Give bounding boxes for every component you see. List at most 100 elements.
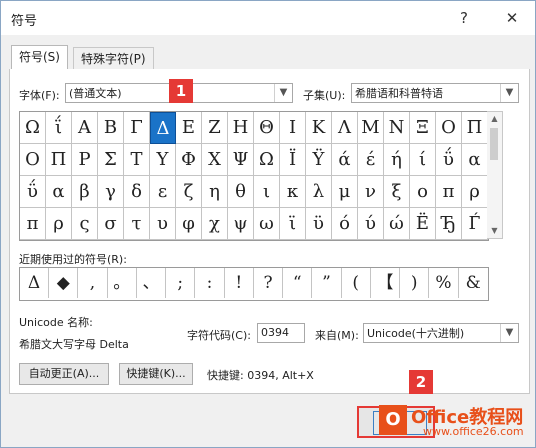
recent-symbol[interactable]: 。: [108, 268, 137, 298]
symbol-cell[interactable]: Φ: [176, 144, 202, 176]
recent-symbol[interactable]: &: [459, 268, 488, 298]
tab-symbols[interactable]: 符号(S): [11, 45, 68, 71]
symbol-cell[interactable]: Ë: [410, 208, 436, 240]
symbol-cell[interactable]: ύ: [358, 208, 384, 240]
symbol-cell[interactable]: Λ: [332, 112, 358, 144]
symbol-cell[interactable]: Ρ: [72, 144, 98, 176]
symbol-cell[interactable]: ή: [384, 144, 410, 176]
recent-symbol[interactable]: ;: [166, 268, 196, 298]
symbol-cell[interactable]: Ϋ: [306, 144, 332, 176]
symbol-cell[interactable]: δ: [124, 176, 150, 208]
recent-symbol[interactable]: Δ: [20, 268, 49, 298]
symbol-cell[interactable]: ζ: [176, 176, 202, 208]
symbol-cell[interactable]: χ: [202, 208, 228, 240]
symbol-cell[interactable]: ε: [150, 176, 176, 208]
recent-symbol[interactable]: :: [196, 268, 225, 298]
symbol-cell[interactable]: Η: [228, 112, 254, 144]
symbol-cell[interactable]: σ: [98, 208, 124, 240]
symbol-cell[interactable]: Ђ: [436, 208, 462, 240]
symbol-cell[interactable]: Ε: [176, 112, 202, 144]
symbol-cell[interactable]: ΰ: [436, 144, 462, 176]
symbol-cell[interactable]: η: [202, 176, 228, 208]
symbol-cell[interactable]: Δ: [150, 112, 176, 144]
symbol-cell[interactable]: ρ: [46, 208, 72, 240]
symbol-cell[interactable]: ϊ: [280, 208, 306, 240]
symbol-cell[interactable]: ό: [332, 208, 358, 240]
symbol-cell[interactable]: ς: [72, 208, 98, 240]
from-select[interactable]: Unicode(十六进制) ▼: [363, 323, 519, 343]
subset-select[interactable]: 希腊语和科普特语 ▼: [351, 83, 519, 103]
help-button[interactable]: ?: [453, 7, 475, 29]
symbol-cell[interactable]: υ: [150, 208, 176, 240]
recent-symbol[interactable]: ”: [313, 268, 342, 298]
recent-symbol[interactable]: 【: [371, 268, 400, 298]
autocorrect-button[interactable]: 自动更正(A)...: [19, 363, 109, 385]
symbol-cell[interactable]: Ο: [436, 112, 462, 144]
symbol-cell[interactable]: ψ: [228, 208, 254, 240]
symbol-cell[interactable]: μ: [332, 176, 358, 208]
symbol-cell[interactable]: Ω: [254, 144, 280, 176]
symbol-cell[interactable]: Κ: [306, 112, 332, 144]
recent-symbol[interactable]: ): [400, 268, 430, 298]
grid-scrollbar[interactable]: ▲ ▼: [487, 111, 503, 239]
symbol-cell[interactable]: Π: [462, 112, 488, 144]
recent-symbol[interactable]: 、: [137, 268, 166, 298]
symbol-cell[interactable]: α: [462, 144, 488, 176]
symbol-cell[interactable]: Χ: [202, 144, 228, 176]
scroll-up-icon[interactable]: ▲: [487, 112, 502, 126]
symbol-cell[interactable]: θ: [228, 176, 254, 208]
symbol-cell[interactable]: Ι: [280, 112, 306, 144]
symbol-cell[interactable]: φ: [176, 208, 202, 240]
symbol-cell[interactable]: ώ: [384, 208, 410, 240]
symbol-cell[interactable]: Ζ: [202, 112, 228, 144]
symbol-cell[interactable]: Π: [46, 144, 72, 176]
recent-symbol[interactable]: %: [430, 268, 459, 298]
symbol-cell[interactable]: Ϊ: [280, 144, 306, 176]
symbol-cell[interactable]: έ: [358, 144, 384, 176]
symbol-cell[interactable]: Ψ: [228, 144, 254, 176]
symbol-cell[interactable]: γ: [98, 176, 124, 208]
symbol-cell[interactable]: λ: [306, 176, 332, 208]
symbol-cell[interactable]: Τ: [124, 144, 150, 176]
char-code-input[interactable]: 0394: [257, 323, 305, 343]
recent-symbol[interactable]: (: [342, 268, 371, 298]
symbol-cell[interactable]: β: [72, 176, 98, 208]
scroll-down-icon[interactable]: ▼: [487, 224, 502, 238]
symbol-cell[interactable]: Θ: [254, 112, 280, 144]
symbol-cell[interactable]: Ω: [20, 112, 46, 144]
symbol-cell[interactable]: Ξ: [410, 112, 436, 144]
recent-symbol[interactable]: ◆: [49, 268, 79, 298]
symbol-cell[interactable]: ν: [358, 176, 384, 208]
symbol-cell[interactable]: Ν: [384, 112, 410, 144]
symbol-cell[interactable]: ι: [254, 176, 280, 208]
symbol-cell[interactable]: π: [436, 176, 462, 208]
symbol-cell[interactable]: τ: [124, 208, 150, 240]
symbol-cell[interactable]: α: [46, 176, 72, 208]
tab-special-characters[interactable]: 特殊字符(P): [73, 47, 154, 70]
scroll-thumb[interactable]: [490, 128, 498, 160]
symbol-cell[interactable]: ω: [254, 208, 280, 240]
symbol-cell[interactable]: Υ: [150, 144, 176, 176]
symbol-cell[interactable]: Α: [72, 112, 98, 144]
symbol-cell[interactable]: Μ: [358, 112, 384, 144]
symbol-cell[interactable]: Γ: [124, 112, 150, 144]
close-button[interactable]: ✕: [501, 7, 523, 29]
symbol-cell[interactable]: ΐ: [46, 112, 72, 144]
symbol-cell[interactable]: ΰ: [20, 176, 46, 208]
symbol-cell[interactable]: ρ: [462, 176, 488, 208]
symbol-cell[interactable]: ξ: [384, 176, 410, 208]
symbol-cell[interactable]: π: [20, 208, 46, 240]
symbol-cell[interactable]: κ: [280, 176, 306, 208]
symbol-cell[interactable]: ί: [410, 144, 436, 176]
symbol-cell[interactable]: Ο: [20, 144, 46, 176]
recent-symbol[interactable]: ,: [79, 268, 108, 298]
symbol-cell[interactable]: Β: [98, 112, 124, 144]
symbol-cell[interactable]: ϋ: [306, 208, 332, 240]
symbol-cell[interactable]: Σ: [98, 144, 124, 176]
symbol-cell[interactable]: ο: [410, 176, 436, 208]
symbol-cell[interactable]: ά: [332, 144, 358, 176]
recent-symbol[interactable]: !: [225, 268, 254, 298]
recent-symbol[interactable]: ?: [254, 268, 283, 298]
recent-symbol[interactable]: “: [283, 268, 313, 298]
shortcut-key-button[interactable]: 快捷键(K)...: [119, 363, 193, 385]
